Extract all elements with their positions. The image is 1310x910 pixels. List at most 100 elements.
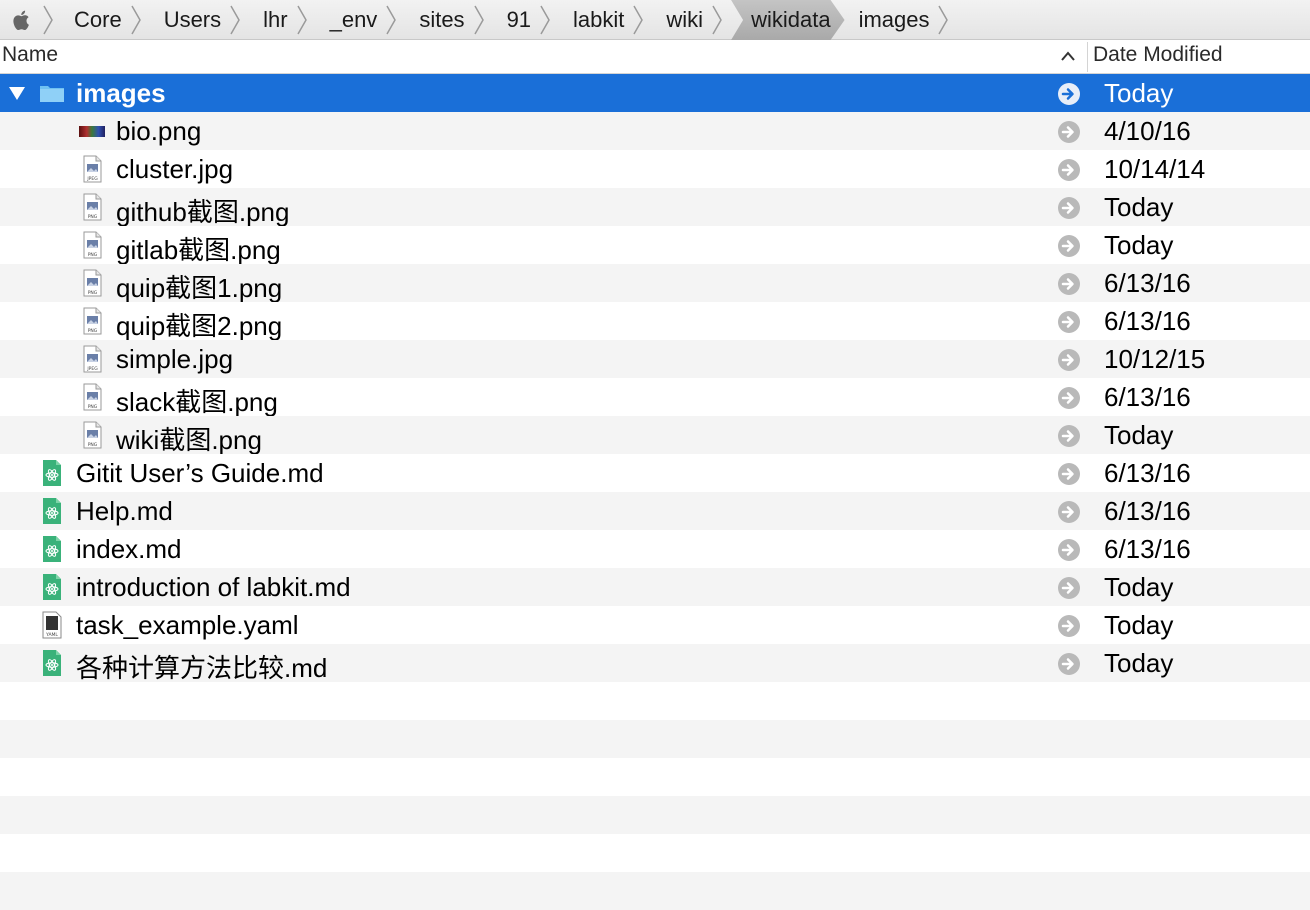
disclosure-triangle-expanded-icon[interactable] [8,85,26,101]
breadcrumb-item-lhr[interactable]: lhr [249,0,315,40]
file-row[interactable]: PNG quip截图2.png 6/13/16 [0,302,1310,341]
go-arrow-icon[interactable] [1057,652,1081,676]
file-name: bio.png [116,116,202,146]
png-file-icon: PNG [79,193,105,221]
date-modified: 6/13/16 [1104,458,1191,488]
file-name: quip截图2.png [116,311,283,341]
breadcrumb-label: Users [163,7,222,32]
file-name: cluster.jpg [116,154,234,184]
empty-row [0,682,1310,720]
jpeg-file-icon: JPEG [79,155,105,183]
go-arrow-icon[interactable] [1057,538,1081,562]
markdown-file-icon [39,497,65,525]
breadcrumb: Core Users lhr _env sites 91 labkit wiki wikidat… [0,0,957,40]
breadcrumb-item-core[interactable]: Core [60,0,150,40]
svg-text:PNG: PNG [88,214,98,220]
breadcrumb-item-images[interactable]: images [845,0,958,40]
file-name: task_example.yaml [76,610,299,640]
date-modified: 4/10/16 [1104,116,1191,146]
chevron-right-icon [386,5,397,35]
png-file-icon: PNG [79,269,105,297]
file-name: images [76,78,166,108]
file-name: 各种计算方法比较.md [76,653,328,683]
go-arrow-icon[interactable] [1057,462,1081,486]
go-arrow-icon[interactable] [1057,196,1081,220]
file-row[interactable]: PNG github截图.png Today [0,188,1310,227]
breadcrumb-label: wiki [666,7,704,32]
file-row[interactable]: JPEG cluster.jpg 10/14/14 [0,150,1310,188]
chevron-right-icon [230,5,241,35]
column-header: Name Date Modified [0,40,1310,74]
go-arrow-icon[interactable] [1057,310,1081,334]
sort-ascending-icon[interactable] [1060,49,1076,63]
chevron-right-icon [131,5,141,35]
breadcrumb-item-91[interactable]: 91 [493,0,559,40]
date-modified: Today [1104,610,1174,640]
chevron-right-icon [43,5,53,35]
file-row[interactable]: JPEG simple.jpg 10/12/15 [0,340,1310,378]
folder-icon [39,79,65,107]
breadcrumb-label: _env [329,7,378,32]
file-row[interactable]: PNG gitlab截图.png Today [0,226,1310,265]
column-divider[interactable] [1087,42,1088,72]
empty-row [0,872,1310,910]
go-arrow-icon[interactable] [1057,614,1081,638]
go-arrow-icon[interactable] [1057,120,1081,144]
date-modified: Today [1104,420,1174,450]
file-row[interactable]: PNG slack截图.png 6/13/16 [0,378,1310,417]
date-modified-column-header[interactable]: Date Modified [1093,43,1223,67]
empty-row [0,720,1310,758]
file-row[interactable]: Help.md 6/13/16 [0,492,1310,530]
png-file-icon: PNG [79,383,105,411]
markdown-file-icon [39,573,65,601]
file-name: index.md [76,534,182,564]
file-row[interactable]: introduction of labkit.md Today [0,568,1310,606]
file-row[interactable]: YAML task_example.yaml Today [0,606,1310,644]
file-row-selected[interactable]: images Today [0,74,1310,112]
go-arrow-icon[interactable] [1057,82,1081,106]
go-arrow-icon[interactable] [1057,158,1081,182]
file-row[interactable]: bio.png 4/10/16 [0,112,1310,150]
breadcrumb-item-labkit[interactable]: labkit [559,0,652,40]
file-name: Gitit User’s Guide.md [76,458,324,488]
breadcrumb-item-sites[interactable]: sites [405,0,492,40]
yaml-file-icon: YAML [39,611,65,639]
breadcrumb-item--env[interactable]: _env [316,0,406,40]
date-modified: Today [1104,572,1174,602]
date-modified: Today [1104,648,1174,678]
breadcrumb-item-wikidata[interactable]: wikidata [731,0,844,40]
path-bar: Core Users lhr _env sites 91 labkit wiki wikidat… [0,0,1310,40]
jpeg-file-icon: JPEG [79,345,105,373]
breadcrumb-root[interactable] [0,0,60,40]
go-arrow-icon[interactable] [1057,272,1081,296]
go-arrow-icon[interactable] [1057,500,1081,524]
file-row[interactable]: PNG quip截图1.png 6/13/16 [0,264,1310,303]
file-row[interactable]: 各种计算方法比较.md Today [0,644,1310,683]
svg-text:YAML: YAML [45,632,58,638]
go-arrow-icon[interactable] [1057,386,1081,410]
chevron-right-icon [296,5,307,35]
breadcrumb-label: Core [74,7,122,32]
breadcrumb-item-wiki[interactable]: wiki [652,0,731,40]
empty-row [0,758,1310,796]
go-arrow-icon[interactable] [1057,234,1081,258]
markdown-file-icon [39,459,65,487]
date-modified: 6/13/16 [1104,306,1191,336]
chevron-right-icon [633,5,644,35]
svg-text:JPEG: JPEG [86,176,98,182]
file-name: simple.jpg [116,344,234,374]
go-arrow-icon[interactable] [1057,348,1081,372]
file-row[interactable]: Gitit User’s Guide.md 6/13/16 [0,454,1310,492]
file-row[interactable]: index.md 6/13/16 [0,530,1310,568]
go-arrow-icon[interactable] [1057,424,1081,448]
go-arrow-icon[interactable] [1057,576,1081,600]
svg-text:PNG: PNG [88,328,98,334]
breadcrumb-item-users[interactable]: Users [150,0,249,40]
breadcrumb-label: 91 [506,7,532,32]
name-column-header[interactable]: Name [2,43,58,67]
date-modified: 10/14/14 [1104,154,1206,184]
markdown-file-icon [39,649,65,677]
file-row[interactable]: PNG wiki截图.png Today [0,416,1310,455]
date-modified: Today [1104,192,1174,222]
file-list: images Today bio.png 4/10/16 JPEG cluster.jpg… [0,74,1310,910]
